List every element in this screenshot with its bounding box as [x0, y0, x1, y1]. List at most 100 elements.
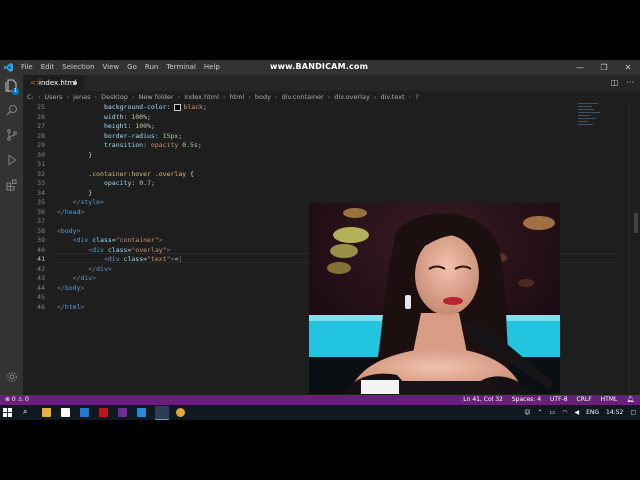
- breadcrumb-item[interactable]: C:: [27, 93, 34, 101]
- search-icon[interactable]: [4, 104, 19, 119]
- menu-selection[interactable]: Selection: [62, 63, 94, 71]
- code-line[interactable]: 46 </html>: [23, 303, 84, 313]
- status-item[interactable]: UTF-8: [550, 395, 568, 405]
- settings-gear-icon[interactable]: [4, 371, 19, 386]
- line-number: 30: [37, 150, 45, 159]
- code-line[interactable]: 33 opacity: 0.7;: [23, 179, 155, 189]
- windows-start-icon[interactable]: [3, 408, 12, 417]
- store-icon[interactable]: [61, 408, 70, 417]
- source-control-icon[interactable]: [4, 129, 19, 144]
- menu-view[interactable]: View: [103, 63, 120, 71]
- code-line[interactable]: 44 </body>: [23, 284, 84, 294]
- breadcrumb-item[interactable]: index.html: [184, 93, 219, 101]
- breadcrumb-item[interactable]: div.container: [282, 93, 324, 101]
- line-number: 32: [37, 169, 45, 178]
- menu-go[interactable]: Go: [127, 63, 137, 71]
- color-swatch-icon[interactable]: [174, 103, 182, 111]
- person-icon[interactable]: ☺: [524, 405, 530, 420]
- mail-icon[interactable]: [80, 408, 89, 417]
- file-explorer-icon[interactable]: [42, 408, 51, 417]
- window-controls: — ❐ ✕: [568, 60, 640, 75]
- code-token: >: [166, 245, 171, 254]
- breadcrumb-separator: ›: [222, 93, 226, 101]
- run-debug-icon[interactable]: [4, 154, 19, 169]
- code-line[interactable]: 27 height: 100%;: [23, 122, 155, 132]
- code-token: |: [178, 255, 183, 263]
- breadcrumb-item[interactable]: html: [229, 93, 244, 101]
- status-item[interactable]: Spaces: 4: [512, 395, 541, 405]
- chrome-icon[interactable]: [176, 408, 185, 417]
- more-actions-icon[interactable]: ···: [626, 75, 634, 91]
- code-line[interactable]: 36 </head>: [23, 208, 84, 218]
- code-line[interactable]: 29 transition: opacity 0.5s;: [23, 141, 202, 151]
- extensions-icon[interactable]: [4, 179, 19, 194]
- vscode-screen: File Edit Selection View Go Run Terminal Help w…: [0, 60, 640, 420]
- code-line[interactable]: 31: [23, 160, 57, 170]
- code-line[interactable]: 42 </div>: [23, 265, 112, 275]
- breadcrumb-separator: ›: [248, 93, 251, 101]
- volume-icon[interactable]: ◀: [574, 405, 579, 420]
- menu-terminal[interactable]: Terminal: [166, 63, 196, 71]
- explorer-badge: 1: [12, 88, 19, 95]
- status-item[interactable]: HTML: [601, 395, 618, 405]
- breadcrumb-item[interactable]: div.text: [380, 93, 404, 101]
- maximize-button[interactable]: ❐: [592, 60, 616, 75]
- code-line[interactable]: 34 }: [23, 189, 92, 199]
- code-token: ;: [150, 179, 155, 187]
- line-number: 38: [37, 226, 45, 235]
- battery-icon[interactable]: ▭: [550, 405, 556, 420]
- clock[interactable]: 14:52: [606, 405, 623, 420]
- unsaved-dot-icon[interactable]: [73, 81, 77, 85]
- code-line[interactable]: 28 border-radius: 15px;: [23, 132, 182, 142]
- code-line[interactable]: 35 </style>: [23, 198, 104, 208]
- breadcrumb-separator: ›: [274, 93, 278, 101]
- code-token: ;: [147, 112, 151, 121]
- code-line[interactable]: 43 </div>: [23, 274, 96, 284]
- code-line[interactable]: 30 }: [23, 151, 92, 161]
- breadcrumb-item[interactable]: New folder: [138, 93, 173, 101]
- split-editor-icon[interactable]: ◫: [611, 75, 619, 91]
- menu-help[interactable]: Help: [204, 63, 220, 71]
- network-icon[interactable]: ◠: [562, 405, 567, 420]
- photos-icon[interactable]: [137, 408, 146, 417]
- vscode-logo-icon: [4, 63, 13, 72]
- breadcrumb-item[interactable]: ?: [415, 93, 418, 101]
- menu-run[interactable]: Run: [145, 63, 158, 71]
- app-icon[interactable]: [118, 408, 127, 417]
- line-number: 37: [37, 217, 45, 225]
- breadcrumb-item[interactable]: body: [255, 93, 271, 101]
- notification-bell-icon[interactable]: 🔔︎: [626, 395, 634, 405]
- status-item[interactable]: CRLF: [577, 395, 592, 405]
- language-indicator[interactable]: ENG: [586, 405, 599, 420]
- code-line[interactable]: 32 .container:hover .overlay {: [23, 170, 194, 180]
- breadcrumb-separator: ›: [94, 93, 98, 101]
- vscode-taskbar-icon[interactable]: [155, 406, 169, 420]
- breadcrumb-item[interactable]: Desktop: [101, 93, 128, 101]
- problems-indicator[interactable]: ⊗ 0 ⚠ 0: [5, 395, 29, 405]
- netflix-icon[interactable]: [99, 408, 108, 417]
- scrollbar-thumb[interactable]: [634, 213, 638, 233]
- code-line[interactable]: 39 <div class="container">: [23, 236, 163, 246]
- code-line[interactable]: 37: [23, 217, 57, 227]
- code-line[interactable]: 45: [23, 293, 57, 303]
- code-line[interactable]: 40 <div class="overlay">: [23, 245, 171, 256]
- code-line[interactable]: 25 background-color: black;: [23, 103, 207, 113]
- minimize-button[interactable]: —: [568, 60, 592, 75]
- code-token: 15px: [162, 131, 179, 140]
- code-line[interactable]: 38 <body>: [23, 226, 80, 237]
- status-item[interactable]: Ln 41, Col 32: [463, 395, 503, 405]
- breadcrumb-item[interactable]: div.overlay: [334, 93, 369, 101]
- tab-index-html[interactable]: <> index.html: [23, 75, 85, 91]
- breadcrumb-item[interactable]: Users: [44, 93, 62, 101]
- menu-edit[interactable]: Edit: [41, 63, 55, 71]
- minimap[interactable]: [578, 103, 618, 143]
- up-arrow-icon[interactable]: ⌃: [538, 405, 543, 420]
- breadcrumb-item[interactable]: jenas: [73, 93, 90, 101]
- close-button[interactable]: ✕: [616, 60, 640, 75]
- code-line[interactable]: 41 <div class="text"><|: [23, 255, 182, 265]
- code-line[interactable]: 26 width: 100%;: [23, 113, 151, 123]
- taskbar-search-icon[interactable]: ⌕: [23, 407, 27, 417]
- menu-file[interactable]: File: [21, 63, 33, 71]
- vertical-scrollbar[interactable]: [629, 103, 640, 395]
- notifications-icon[interactable]: ▢: [630, 405, 636, 420]
